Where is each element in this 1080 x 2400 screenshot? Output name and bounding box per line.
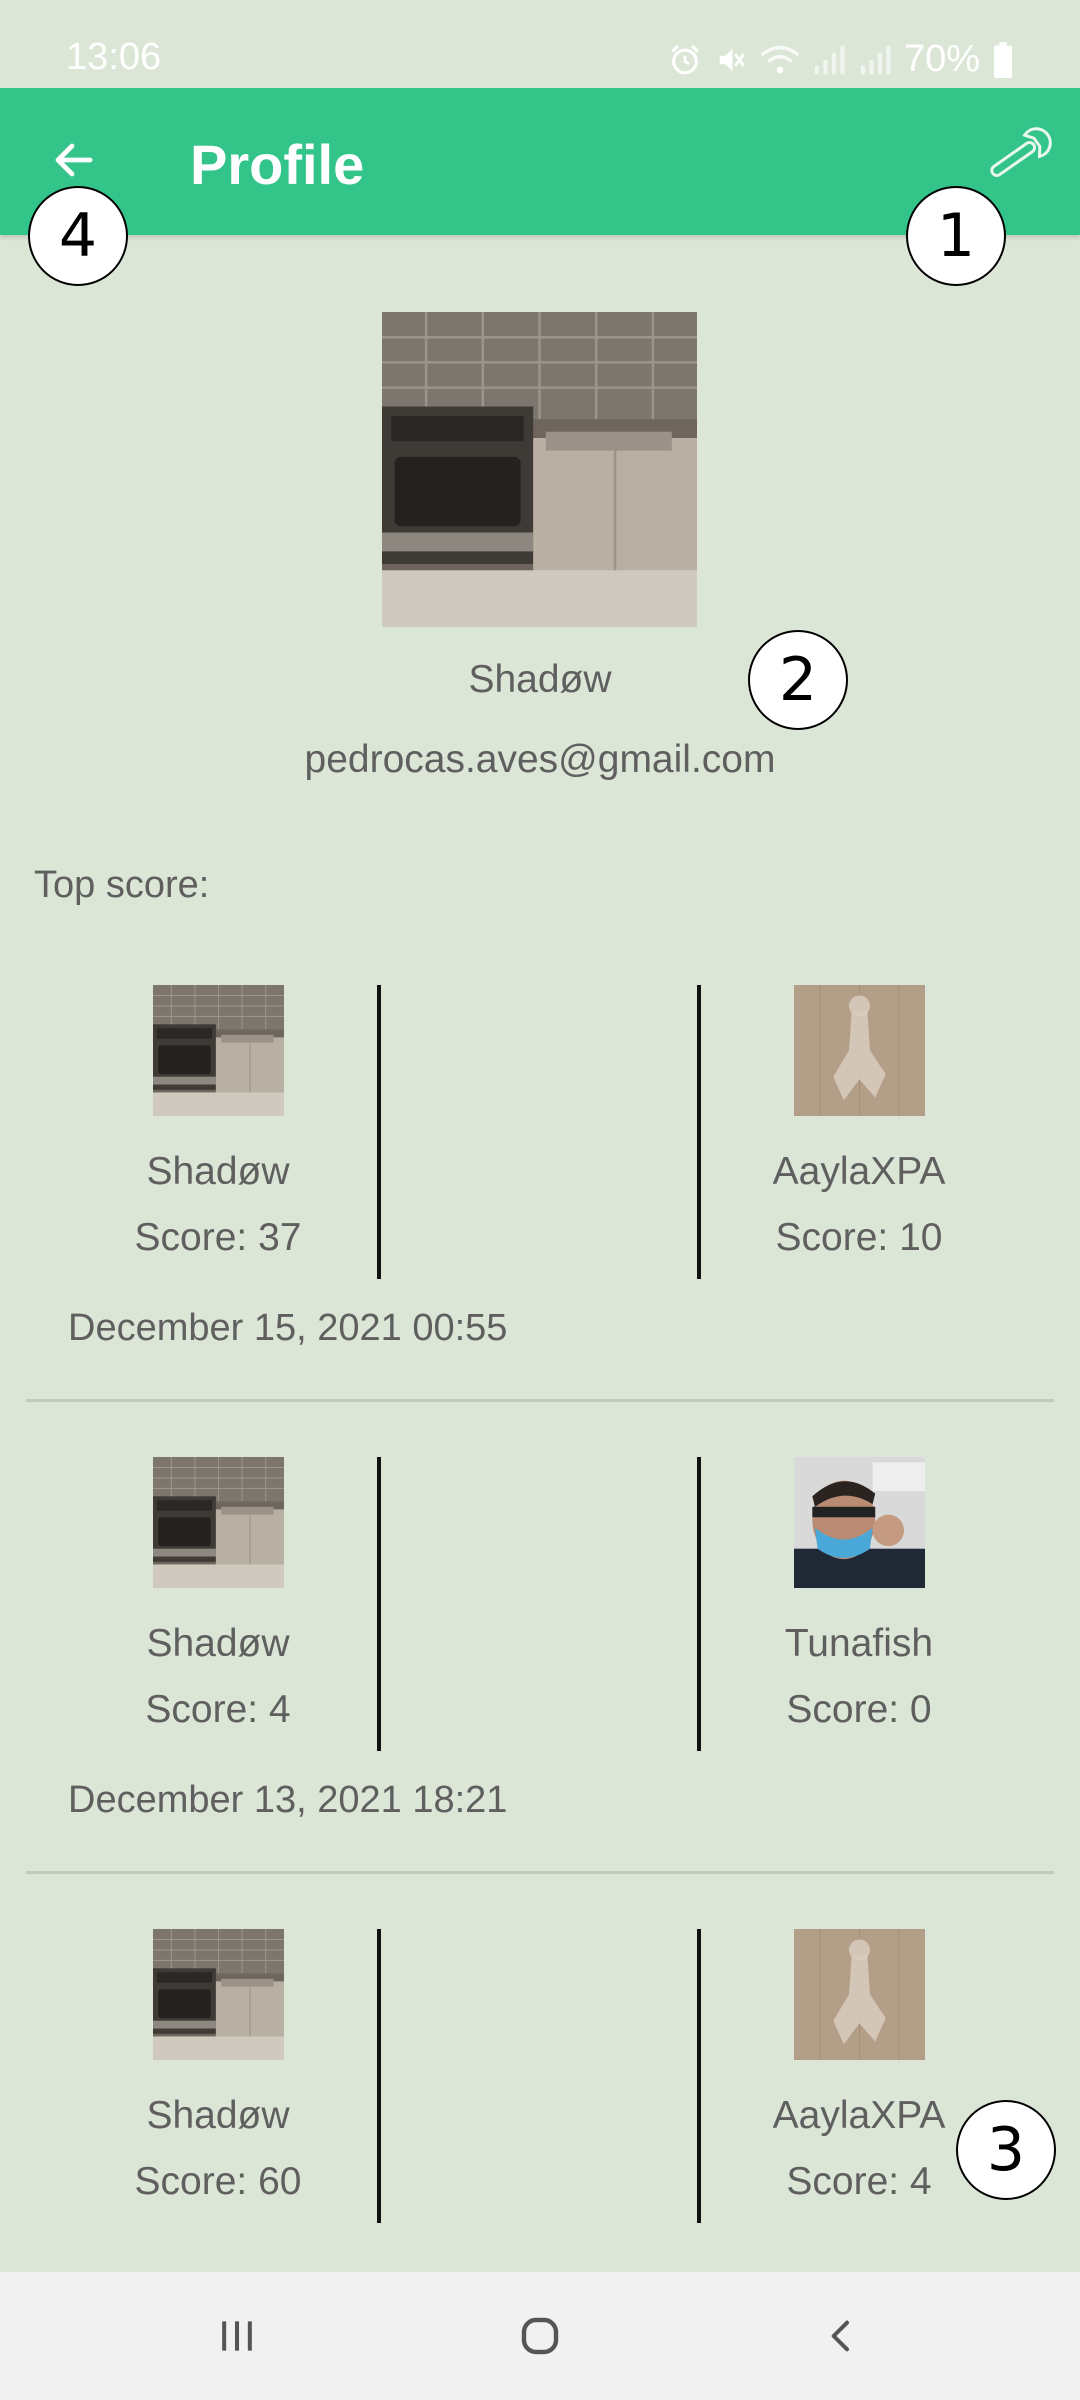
player-score: Score: 37 xyxy=(134,1216,302,1259)
player-left: Shadøw Score: 37 xyxy=(118,985,318,1260)
kitchen-photo xyxy=(153,1929,284,2060)
profile-avatar[interactable] xyxy=(382,312,697,627)
wifi-icon xyxy=(760,45,800,73)
player-name: Shadøw xyxy=(146,1622,290,1665)
avatar xyxy=(794,1929,925,2060)
marker-4: 4 xyxy=(28,186,128,286)
avatar xyxy=(794,1457,925,1588)
wood-figure-photo xyxy=(794,1929,925,2060)
player-name: Shadøw xyxy=(146,1150,290,1193)
signal-icon-2 xyxy=(860,45,891,74)
system-nav-bar xyxy=(0,2272,1080,2400)
divider-vertical xyxy=(697,985,701,1279)
home-button[interactable] xyxy=(480,2296,600,2376)
signal-icon xyxy=(814,45,845,74)
player-right: Tunafish Score: 0 xyxy=(759,1457,959,1732)
profile-name: Shadøw xyxy=(468,658,612,701)
player-score: Score: 4 xyxy=(145,1688,291,1731)
player-name: Tunafish xyxy=(784,1622,934,1665)
status-icons: 70% xyxy=(668,38,1014,81)
mute-icon xyxy=(719,48,745,71)
player-score: Score: 10 xyxy=(775,1216,943,1259)
player-score: Score: 4 xyxy=(786,2160,932,2203)
match-date: December 15, 2021 00:55 xyxy=(68,1307,508,1349)
divider-vertical xyxy=(697,1929,701,2223)
divider-vertical xyxy=(377,1929,381,2223)
avatar xyxy=(153,985,284,1116)
profile-email: pedrocas.aves@gmail.com xyxy=(304,738,776,781)
player-right: AaylaXPA Score: 10 xyxy=(759,985,959,1260)
person-mask-photo xyxy=(794,1457,925,1588)
recents-icon xyxy=(222,2321,252,2351)
match-card[interactable]: Shadøw Score: 4 Tunafish Score: 0 Decemb… xyxy=(0,1457,1080,1929)
kitchen-photo xyxy=(153,1457,284,1588)
player-left: Shadøw Score: 4 xyxy=(118,1457,318,1732)
kitchen-photo xyxy=(153,985,284,1116)
arrow-left-icon xyxy=(55,143,93,177)
divider-vertical xyxy=(377,985,381,1279)
player-name: Shadøw xyxy=(146,2094,290,2137)
battery-percent: 70% xyxy=(903,38,980,80)
player-score: Score: 0 xyxy=(786,1688,932,1731)
divider-vertical xyxy=(377,1457,381,1751)
player-score: Score: 60 xyxy=(134,2160,302,2203)
status-time: 13:06 xyxy=(66,36,162,78)
settings-button[interactable] xyxy=(970,118,1070,188)
divider xyxy=(26,1399,1054,1402)
battery-icon xyxy=(994,41,1012,78)
divider xyxy=(26,1871,1054,1874)
kitchen-photo xyxy=(382,312,697,627)
divider-vertical xyxy=(697,1457,701,1751)
wrench-icon xyxy=(990,127,1052,177)
home-icon xyxy=(521,2317,559,2355)
avatar xyxy=(794,985,925,1116)
avatar xyxy=(153,1929,284,2060)
nav-back-button[interactable] xyxy=(782,2296,902,2376)
player-name: AaylaXPA xyxy=(772,1150,946,1193)
page-title: Profile xyxy=(190,133,365,196)
top-score-label: Top score: xyxy=(34,864,210,906)
recents-button[interactable] xyxy=(177,2296,297,2376)
player-name: AaylaXPA xyxy=(772,2094,946,2137)
marker-1: 1 xyxy=(906,186,1006,286)
avatar xyxy=(153,1457,284,1588)
nav-back-icon xyxy=(831,2320,849,2352)
status-bar: 13:06 70% xyxy=(0,0,1080,88)
player-right: AaylaXPA Score: 4 xyxy=(759,1929,959,2204)
match-card[interactable]: Shadøw Score: 37 AaylaXPA Score: 10 Dece… xyxy=(0,985,1080,1457)
alarm-icon xyxy=(671,44,699,74)
player-left: Shadøw Score: 60 xyxy=(118,1929,318,2204)
match-date: December 13, 2021 18:21 xyxy=(68,1779,508,1821)
wood-figure-photo xyxy=(794,985,925,1116)
